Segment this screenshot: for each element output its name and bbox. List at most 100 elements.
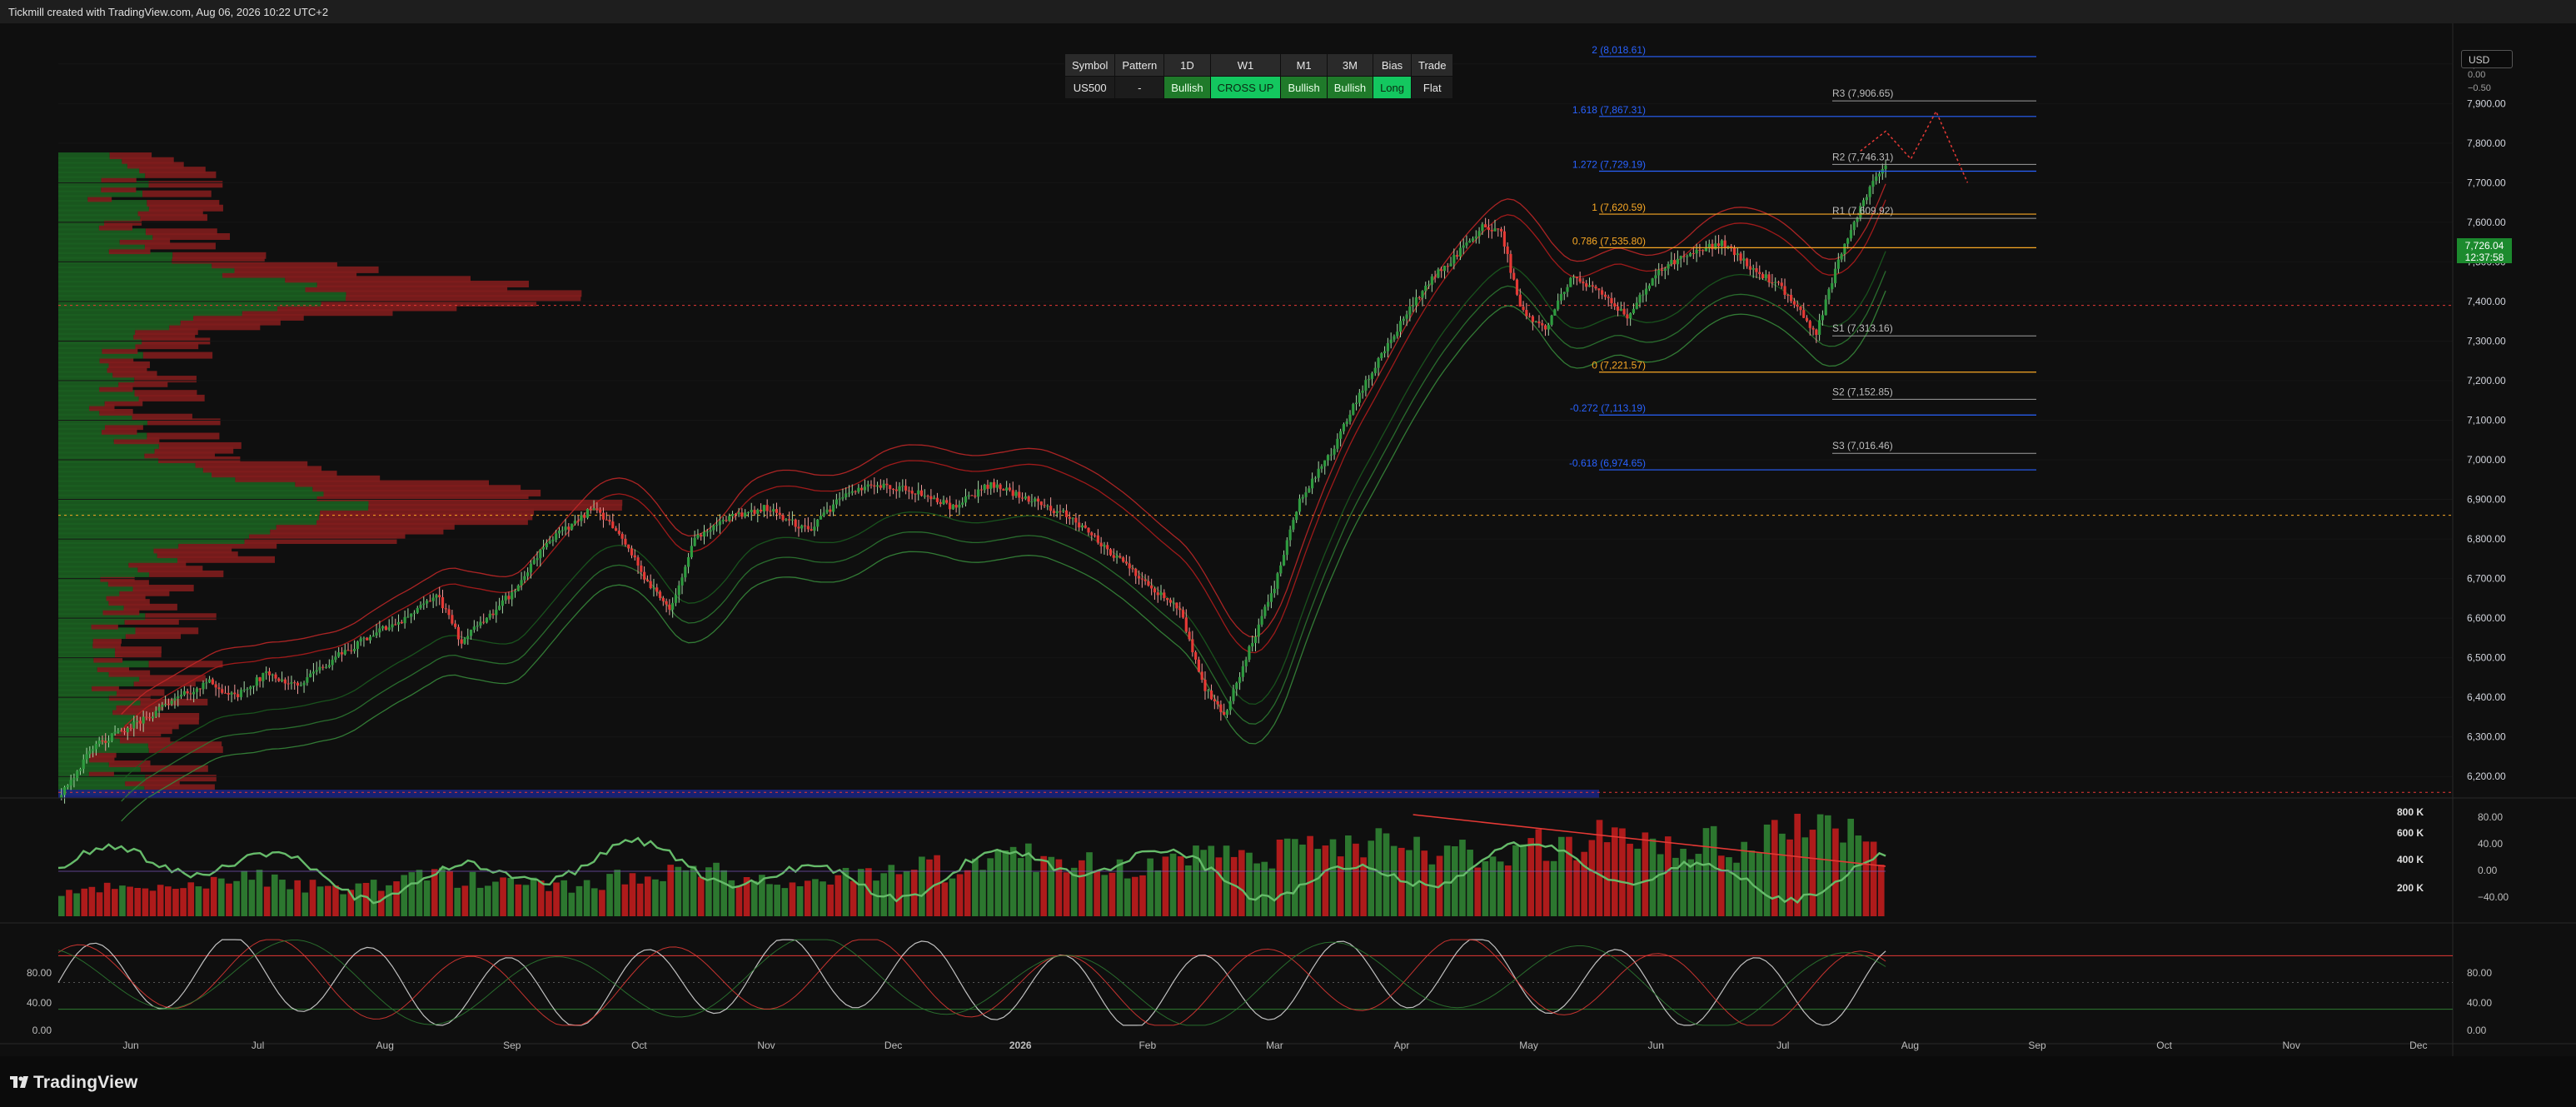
tradingview-logo[interactable]: TradingView: [10, 1073, 138, 1093]
candle-body: [532, 560, 536, 564]
price-grid: [58, 63, 2453, 777]
volume-bar: [1002, 850, 1009, 916]
candle-body: [1124, 561, 1129, 564]
volume-bar: [1588, 840, 1596, 916]
candle-body: [1049, 506, 1053, 511]
volume-bar: [1702, 828, 1710, 916]
candle-body: [1723, 240, 1726, 248]
volume-bar: [1246, 852, 1253, 916]
indicator-scale-bottom: −0.50: [2468, 83, 2491, 93]
candle-body: [1502, 231, 1506, 247]
candle-body: [652, 587, 655, 589]
candle-body: [933, 497, 936, 500]
candle-body: [62, 787, 67, 795]
volume-bar: [1079, 860, 1085, 916]
candle-body: [1408, 306, 1412, 315]
candle-body: [671, 602, 675, 610]
time-tick-label: Dec: [884, 1040, 902, 1051]
candle-body: [1128, 563, 1131, 569]
candle-body: [863, 486, 867, 491]
volume-bar: [941, 882, 949, 916]
candle-body: [469, 630, 473, 636]
time-axis[interactable]: Jun Jul Aug Sep Oct Nov Dec 2026 Feb Mar Apr May Jun…: [0, 1040, 2576, 1051]
fib-label: 0.786 (7,535.80): [1572, 235, 1646, 247]
candle-body: [113, 731, 117, 734]
volume-tick-label: 200 K: [2397, 882, 2424, 894]
volume-bar: [1040, 855, 1047, 916]
volume-bar: [972, 858, 979, 916]
candle-body: [391, 624, 394, 628]
candle-body: [1238, 676, 1242, 683]
candle-body: [1531, 316, 1534, 322]
candle-body: [1557, 300, 1560, 310]
candle-body: [1559, 293, 1563, 301]
candle-body: [384, 626, 388, 631]
volume-bar: [316, 886, 324, 916]
candle-body: [1342, 424, 1346, 431]
candle-body: [148, 717, 152, 719]
candle-body: [431, 597, 435, 601]
time-tick-label: 2026: [1009, 1040, 1032, 1051]
volume-bar: [553, 882, 560, 916]
volume-bar: [1566, 836, 1572, 916]
profile-bar-sell: [158, 441, 242, 449]
time-tick-label: Jun: [122, 1040, 138, 1051]
volume-bar: [1717, 855, 1725, 916]
chart-frame[interactable]: R3 (7,906.65) R2 (7,746.31) R1 (7,609.92) S…: [0, 23, 2576, 1056]
volume-bar: [377, 890, 385, 916]
candle-body: [810, 529, 813, 531]
candle-body: [778, 512, 781, 516]
candle-body: [645, 579, 650, 581]
fib-label: 2 (8,018.61): [1592, 44, 1646, 56]
candle-body: [1717, 243, 1721, 247]
candle-body: [246, 689, 249, 691]
volume-bar: [1527, 838, 1535, 916]
candle-body: [460, 639, 463, 644]
volume-bar: [880, 873, 887, 916]
candle-body: [167, 704, 171, 706]
candle-body: [1018, 491, 1021, 498]
candle-body: [1815, 329, 1818, 336]
candle-body: [1421, 291, 1424, 298]
time-tick-label: Jul: [1776, 1040, 1789, 1051]
candle-body: [1005, 487, 1009, 491]
volume-bar: [1557, 836, 1565, 916]
volume-bar: [964, 870, 971, 916]
volume-bar: [134, 888, 142, 916]
candle-body: [1008, 487, 1012, 491]
candle-body: [1676, 258, 1680, 265]
volume-bar: [1299, 844, 1306, 916]
volume-bar: [202, 888, 210, 916]
candle-body: [954, 504, 958, 508]
volume-bar: [583, 880, 590, 916]
candle-body: [438, 595, 441, 598]
time-tick-label: Oct: [2156, 1040, 2172, 1051]
volume-bar: [1353, 843, 1359, 916]
candle-body: [161, 705, 164, 707]
volume-bar: [652, 879, 659, 916]
candle-body: [813, 526, 816, 531]
projection-path: [1860, 110, 1969, 183]
chart-canvas[interactable]: R3 (7,906.65) R2 (7,746.31) R1 (7,609.92) S…: [0, 23, 2576, 1056]
candle-body: [186, 691, 189, 694]
volume-bar: [1801, 837, 1809, 916]
candle-body: [122, 731, 127, 733]
candle-body: [1165, 598, 1169, 601]
candle-body: [1064, 510, 1069, 517]
candle-body: [463, 638, 466, 644]
volume-bar: [1809, 830, 1816, 916]
candle-body: [491, 613, 495, 616]
stochastic-tick-left: 40.00: [27, 997, 52, 1009]
candle-body: [557, 531, 561, 534]
candle-body: [82, 759, 85, 770]
oscillator-tick-label: 40.00: [2478, 838, 2503, 850]
volume-bar: [1109, 872, 1116, 916]
candle-body: [995, 484, 999, 488]
candle-body: [753, 510, 756, 514]
candle-body: [1241, 666, 1244, 677]
candle-body: [1591, 285, 1594, 287]
candle-body: [1437, 269, 1440, 278]
profile-bar-sell: [132, 413, 192, 421]
candle-body: [1326, 455, 1330, 461]
candle-body: [898, 486, 901, 491]
